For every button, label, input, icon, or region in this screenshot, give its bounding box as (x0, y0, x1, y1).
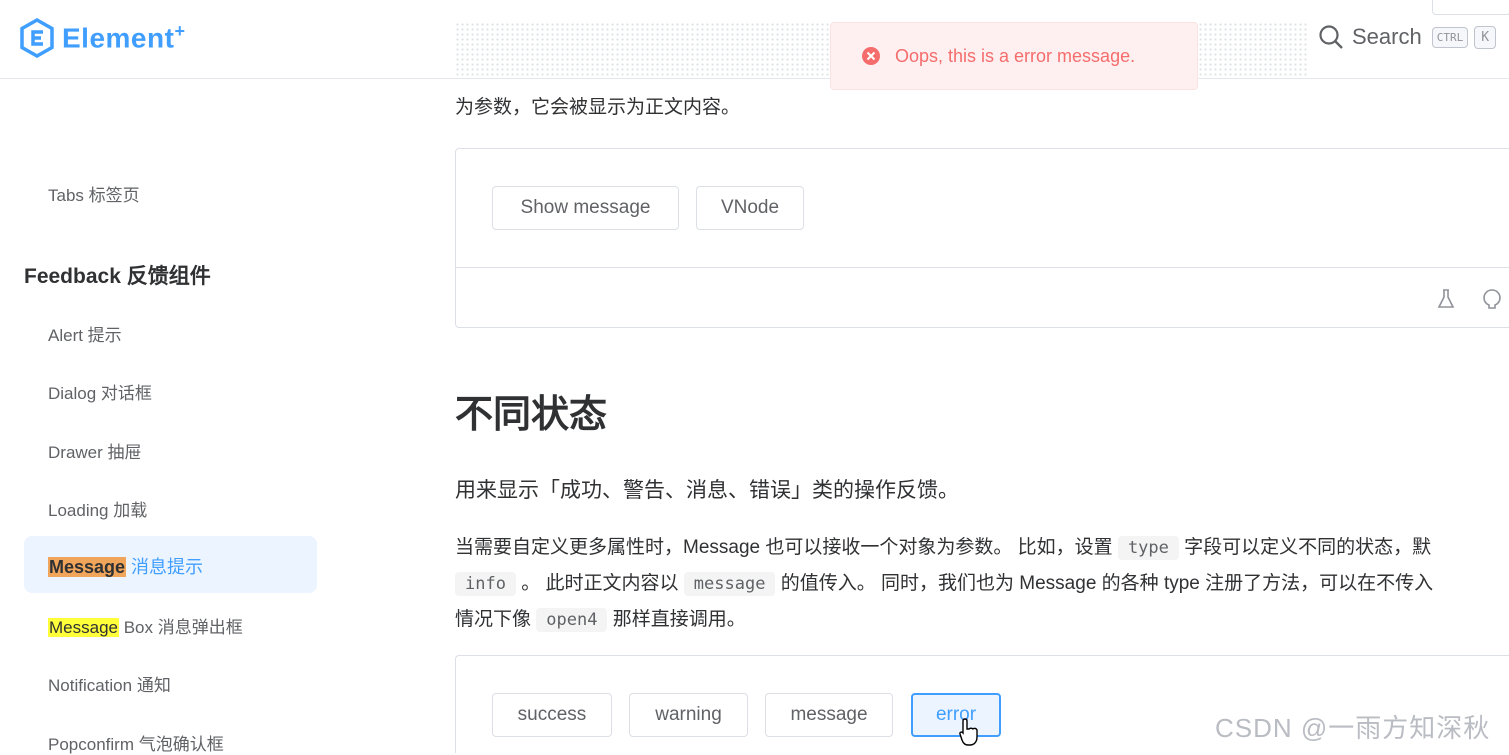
element-logo[interactable]: Element+ (20, 18, 185, 58)
paragraph-text: 。 此时正文内容以 (521, 573, 679, 594)
error-button[interactable]: error (911, 693, 1001, 737)
sidebar-item-notification[interactable]: Notification 通知 (48, 671, 171, 696)
sidebar-item-drawer[interactable]: Drawer 抽屉 (48, 438, 142, 463)
error-circle-icon (862, 47, 880, 65)
sidebar-item-alert[interactable]: Alert 提示 (48, 321, 122, 346)
section-title: 不同状态 (455, 394, 608, 436)
sidebar-item-popconfirm[interactable]: Popconfirm 气泡确认框 (48, 730, 224, 755)
vnode-button[interactable]: VNode (696, 186, 804, 230)
search-icon (1319, 25, 1343, 49)
inline-code: open4 (536, 608, 608, 632)
sidebar-item-loading[interactable]: Loading 加载 (48, 496, 147, 521)
sidebar-item-message[interactable]: Message 消息提示 (24, 536, 317, 593)
main-content: 为参数，它会被显示为正文内容。 Show message VNode 不同状态 … (455, 78, 1509, 753)
section-description: 用来显示「成功、警告、消息、错误」类的操作反馈。 (455, 479, 959, 502)
sidebar-item-message-box[interactable]: Message Box 消息弹出框 (48, 613, 243, 638)
sidebar-item-label: Box 消息弹出框 (118, 618, 243, 637)
show-message-button[interactable]: Show message (492, 186, 679, 230)
kbd-k: K (1474, 25, 1497, 49)
demo-block-basic: Show message VNode (455, 148, 1509, 328)
sidebar-item-label: 消息提示 (126, 557, 204, 577)
section-paragraph: 当需要自定义更多属性时，Message 也可以接收一个对象为参数。 比如，设置 … (455, 530, 1509, 638)
paragraph-text: 的值传入。 同时，我们也为 Message 的各种 type 注册了方法，可以在… (780, 573, 1434, 594)
csdn-watermark: CSDN @一雨方知深秋 (1215, 713, 1491, 743)
warning-button[interactable]: warning (629, 693, 748, 737)
sidebar-item-tabs[interactable]: Tabs 标签页 (48, 181, 140, 206)
success-button[interactable]: success (492, 693, 612, 737)
flask-icon[interactable] (1436, 288, 1456, 316)
element-logo-icon (20, 18, 54, 58)
search-highlight: Message (48, 618, 119, 637)
message-button[interactable]: message (765, 693, 893, 737)
paragraph-text: 情况下像 (455, 609, 532, 630)
toast-text: Oops, this is a error message. (895, 45, 1136, 66)
inline-code: info (455, 572, 516, 596)
inline-code: message (683, 572, 776, 596)
paragraph-text: 字段可以定义不同的状态，默 (1184, 537, 1432, 558)
search-label: Search (1352, 24, 1422, 49)
logo-text: Element (62, 22, 175, 54)
header-nav-blur-right (1198, 22, 1308, 78)
search-highlight: Message (48, 557, 127, 577)
paragraph-text: 那样直接调用。 (612, 609, 746, 630)
sidebar-item-dialog[interactable]: Dialog 对话框 (48, 379, 152, 404)
search-button[interactable]: Search CTRL K (1318, 24, 1497, 50)
divider (456, 267, 1509, 268)
sidebar-group-feedback: Feedback 反馈组件 (24, 265, 211, 288)
header-nav-blur (455, 22, 830, 78)
inline-code: type (1117, 536, 1179, 560)
top-header: Element+ Search CTRL K (0, 0, 1509, 79)
top-right-popover-edge (1432, 0, 1509, 15)
kbd-ctrl: CTRL (1431, 26, 1469, 48)
sidebar: Tabs 标签页 Feedback 反馈组件 Alert 提示 Dialog 对… (0, 80, 340, 755)
paragraph-text: 当需要自定义更多属性时，Message 也可以接收一个对象为参数。 比如，设置 (455, 537, 1113, 558)
github-icon[interactable] (1482, 288, 1502, 316)
hand-cursor-icon (959, 718, 978, 746)
paragraph-text: 为参数，它会被显示为正文内容。 (455, 97, 741, 118)
logo-plus: + (174, 21, 186, 42)
